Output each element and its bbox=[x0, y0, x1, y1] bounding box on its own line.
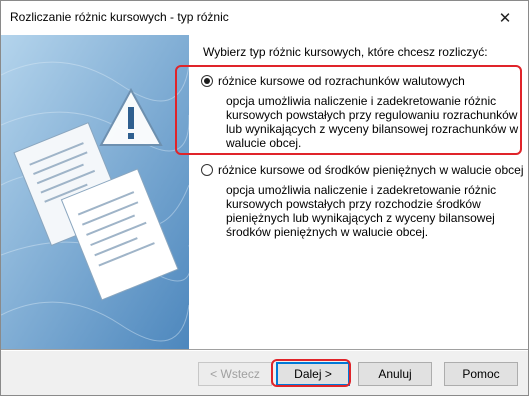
option-srodki-label: różnice kursowe od środków pieniężnych w… bbox=[218, 163, 524, 177]
radio-rozrachunki[interactable] bbox=[201, 75, 213, 87]
close-button[interactable]: ✕ bbox=[482, 1, 528, 35]
title-bar: Rozliczanie różnic kursowych - typ różni… bbox=[1, 1, 528, 35]
option-rozrachunki-label: różnice kursowe od rozrachunków walutowy… bbox=[218, 74, 465, 88]
window-title: Rozliczanie różnic kursowych - typ różni… bbox=[10, 10, 229, 24]
option-rozrachunki[interactable]: różnice kursowe od rozrachunków walutowy… bbox=[201, 74, 465, 88]
cancel-button[interactable]: Anuluj bbox=[358, 362, 432, 386]
next-highlight-frame bbox=[271, 359, 351, 387]
back-button[interactable]: < Wstecz bbox=[198, 362, 272, 386]
button-bar-separator bbox=[1, 349, 528, 351]
documents-warning-icon bbox=[1, 35, 189, 349]
help-button[interactable]: Pomoc bbox=[444, 362, 518, 386]
description-line: kursowych powstałych przy regulowaniu ro… bbox=[226, 108, 518, 122]
description-line: opcja umożliwia naliczenie i zadekretowa… bbox=[226, 183, 497, 197]
description-line: opcja umożliwia naliczenie i zadekretowa… bbox=[226, 94, 497, 108]
wizard-side-illustration bbox=[1, 35, 189, 349]
close-icon: ✕ bbox=[498, 10, 512, 27]
radio-srodki[interactable] bbox=[201, 164, 213, 176]
option-srodki-description: opcja umożliwia naliczenie i zadekretowa… bbox=[226, 183, 526, 239]
wizard-content: Wybierz typ różnic kursowych, które chce… bbox=[175, 35, 528, 349]
description-line: kursowych powstałych przy rozchodzie śro… bbox=[226, 197, 481, 211]
option-rozrachunki-description: opcja umożliwia naliczenie i zadekretowa… bbox=[226, 94, 526, 150]
description-line: lub wynikających z wyceny bilansowej roz… bbox=[226, 122, 519, 136]
option-srodki[interactable]: różnice kursowe od środków pieniężnych w… bbox=[201, 163, 523, 177]
wizard-dialog: Rozliczanie różnic kursowych - typ różni… bbox=[0, 0, 529, 396]
description-line: środków pieniężnych w walucie obcej. bbox=[226, 225, 429, 239]
prompt-label: Wybierz typ różnic kursowych, które chce… bbox=[203, 45, 488, 59]
description-line: pieniężnych lub wynikających z wyceny bi… bbox=[226, 211, 495, 225]
description-line: walucie obcej. bbox=[226, 136, 302, 150]
